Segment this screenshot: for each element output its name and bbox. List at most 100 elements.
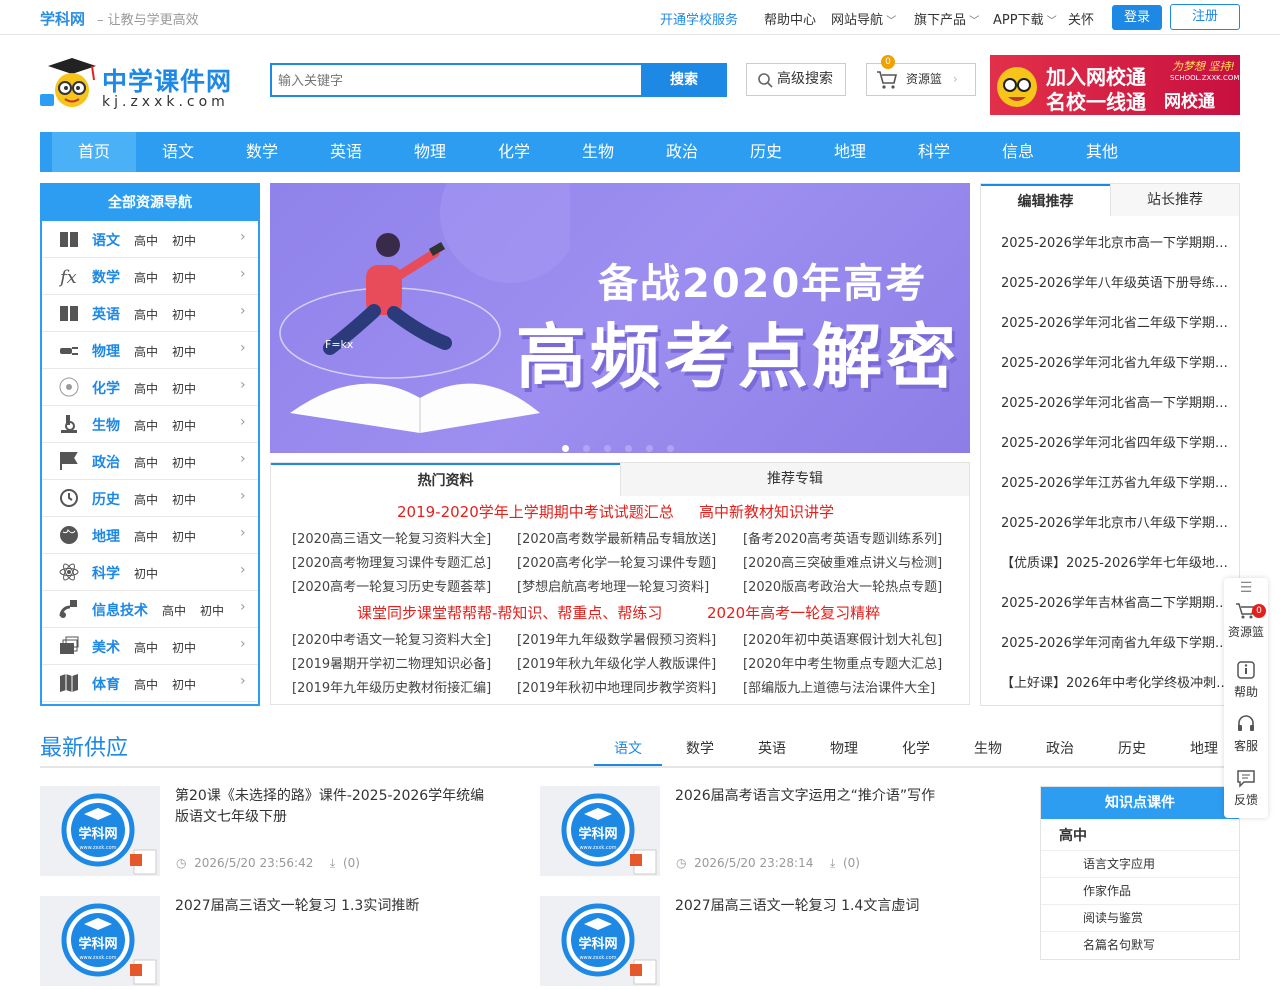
resource-card[interactable]: 学科网 www.zxxk.com 第20课《未选择的路》课件-2025-2026…: [40, 786, 500, 876]
topic-link[interactable]: [2020高考化学一轮复习课件专题]: [517, 552, 716, 571]
latest-subject-tab[interactable]: 英语: [738, 738, 806, 766]
recommend-item[interactable]: 【优质课】2025-2026学年七年级地理下册: [1001, 552, 1233, 571]
subject-row[interactable]: 生物 高中 初中 ›: [42, 406, 258, 443]
resource-basket-button[interactable]: 0 资源篮 ›: [866, 55, 976, 96]
subject-row[interactable]: 地理 高中 初中 ›: [42, 517, 258, 554]
recommend-item[interactable]: 2025-2026学年吉林省高二下学期期中考试: [1001, 592, 1233, 611]
subject-level-link[interactable]: 初中: [134, 565, 158, 582]
site-logo[interactable]: 中学课件网 kj.zxxk.com: [40, 54, 250, 116]
topic-link[interactable]: [2020年中考生物重点专题大汇总]: [743, 653, 942, 672]
topic-link[interactable]: [2020高考一轮复习历史专题荟萃]: [292, 576, 491, 595]
subject-level-link[interactable]: 高中: [134, 380, 158, 397]
subject-level-link[interactable]: 初中: [172, 380, 196, 397]
knowledge-item[interactable]: 作家作品: [1083, 882, 1131, 899]
subject-name[interactable]: 体育: [92, 674, 120, 694]
subject-name[interactable]: 化学: [92, 378, 120, 398]
subject-row[interactable]: 信息技术 高中 初中 ›: [42, 591, 258, 628]
subject-row[interactable]: fx 数学 高中 初中 ›: [42, 258, 258, 295]
nav-science[interactable]: 科学: [892, 132, 976, 172]
resource-title[interactable]: 2026届高考语言文字运用之“推介语”写作: [675, 786, 985, 807]
topic-link[interactable]: [2019年秋九年级化学人教版课件]: [517, 653, 716, 672]
nav-other[interactable]: 其他: [1060, 132, 1144, 172]
subject-name[interactable]: 地理: [92, 526, 120, 546]
tab-editor-picks[interactable]: 编辑推荐: [981, 184, 1110, 216]
subject-row[interactable]: 语文 高中 初中 ›: [42, 221, 258, 258]
resource-card[interactable]: 学科网 www.zxxk.com 2027届高三语文一轮复习 1.3实词推断: [40, 896, 500, 986]
float-service-button[interactable]: 客服: [1224, 714, 1268, 754]
featured-link[interactable]: 2020年高考一轮复习精粹: [707, 602, 880, 623]
recommend-item[interactable]: 2025-2026学年河南省九年级下学期期中: [1001, 632, 1233, 651]
subject-row[interactable]: 物理 高中 初中 ›: [42, 332, 258, 369]
topic-link[interactable]: [2019年九年级历史教材衔接汇编]: [292, 677, 491, 696]
topic-link[interactable]: [梦想启航高考地理一轮复习资料]: [517, 576, 709, 595]
carousel-dot[interactable]: [646, 445, 653, 452]
carousel-dot[interactable]: [562, 445, 569, 452]
resource-downloads[interactable]: ⤓ (0): [830, 856, 860, 871]
carousel-dot[interactable]: [667, 445, 674, 452]
knowledge-level[interactable]: 高中: [1059, 825, 1087, 845]
care-mode-link[interactable]: 关怀: [1068, 9, 1094, 28]
subject-row[interactable]: 科学 初中 ›: [42, 554, 258, 591]
subject-row[interactable]: 英语 高中 初中 ›: [42, 295, 258, 332]
latest-subject-tab[interactable]: 政治: [1026, 738, 1094, 766]
nav-math[interactable]: 数学: [220, 132, 304, 172]
topic-link[interactable]: [2019暑期开学初二物理知识必备]: [292, 653, 491, 672]
subject-level-link[interactable]: 高中: [134, 676, 158, 693]
subject-level-link[interactable]: 初中: [172, 491, 196, 508]
menu-icon[interactable]: ☰: [1224, 580, 1268, 596]
school-service-link[interactable]: 开通学校服务: [660, 9, 738, 28]
resource-downloads[interactable]: ⤓ (0): [330, 856, 360, 871]
tab-admin-picks[interactable]: 站长推荐: [1110, 184, 1239, 216]
subject-level-link[interactable]: 初中: [172, 528, 196, 545]
subject-name[interactable]: 数学: [92, 267, 120, 287]
topic-link[interactable]: [2020高考数学最新精品专辑放送]: [517, 528, 716, 547]
resource-thumbnail-wrap[interactable]: 学科网 www.zxxk.com: [540, 786, 660, 876]
subject-row[interactable]: 历史 高中 初中 ›: [42, 480, 258, 517]
featured-link[interactable]: 2019-2020学年上学期期中考试试题汇总: [397, 501, 674, 522]
topic-link[interactable]: [2020版高考政治大一轮热点专题]: [743, 576, 942, 595]
resource-card[interactable]: 学科网 www.zxxk.com 2027届高三语文一轮复习 1.4文言虚词: [540, 896, 1000, 986]
float-help-button[interactable]: 帮助: [1224, 660, 1268, 700]
subject-level-link[interactable]: 高中: [162, 602, 186, 619]
school-pass-ad-banner[interactable]: 加入网校通 名校一线通 为梦想 坚持! SCHOOL.ZXXK.COM 网校通: [990, 55, 1240, 115]
nav-politics[interactable]: 政治: [640, 132, 724, 172]
resource-thumbnail-wrap[interactable]: 学科网 www.zxxk.com: [40, 896, 160, 986]
subject-level-link[interactable]: 初中: [172, 639, 196, 656]
nav-chemistry[interactable]: 化学: [472, 132, 556, 172]
subject-name[interactable]: 历史: [92, 489, 120, 509]
app-download-dropdown[interactable]: APP下载 ﹀: [993, 9, 1057, 28]
subject-row[interactable]: 化学 高中 初中 ›: [42, 369, 258, 406]
tab-hot-materials[interactable]: 热门资料: [271, 463, 620, 496]
resource-title[interactable]: 2027届高三语文一轮复习 1.3实词推断: [175, 896, 485, 917]
products-dropdown[interactable]: 旗下产品 ﹀: [914, 9, 979, 28]
subject-row[interactable]: 政治 高中 初中 ›: [42, 443, 258, 480]
advanced-search-button[interactable]: 高级搜索: [746, 63, 846, 96]
latest-subject-tab[interactable]: 化学: [882, 738, 950, 766]
carousel-dot[interactable]: [604, 445, 611, 452]
subject-level-link[interactable]: 初中: [172, 417, 196, 434]
resource-title[interactable]: 第20课《未选择的路》课件-2025-2026学年统编版语文七年级下册: [175, 786, 485, 828]
subject-level-link[interactable]: 高中: [134, 306, 158, 323]
subject-name[interactable]: 英语: [92, 304, 120, 324]
knowledge-item[interactable]: 名篇名句默写: [1083, 936, 1155, 953]
recommend-item[interactable]: 2025-2026学年八年级英语下册导练学案: [1001, 272, 1233, 291]
recommend-item[interactable]: 2025-2026学年河北省二年级下学期期中: [1001, 312, 1233, 331]
subject-name[interactable]: 科学: [92, 563, 120, 583]
subject-name[interactable]: 物理: [92, 341, 120, 361]
float-feedback-button[interactable]: 反馈: [1224, 768, 1268, 808]
subject-name[interactable]: 语文: [92, 230, 120, 250]
featured-link[interactable]: 课堂同步课堂帮帮帮-帮知识、帮重点、帮练习: [357, 602, 662, 623]
site-nav-dropdown[interactable]: 网站导航 ﹀: [831, 9, 896, 28]
subject-level-link[interactable]: 高中: [134, 491, 158, 508]
subject-level-link[interactable]: 初中: [172, 269, 196, 286]
recommend-item[interactable]: 2025-2026学年河北省九年级下学期期中: [1001, 352, 1233, 371]
subject-level-link[interactable]: 高中: [134, 639, 158, 656]
nav-home[interactable]: 首页: [52, 132, 136, 172]
subject-name[interactable]: 美术: [92, 637, 120, 657]
resource-thumbnail-wrap[interactable]: 学科网 www.zxxk.com: [540, 896, 660, 986]
subject-row[interactable]: 美术 高中 初中 ›: [42, 628, 258, 665]
brand-link[interactable]: 学科网: [40, 8, 85, 29]
subject-level-link[interactable]: 高中: [134, 417, 158, 434]
knowledge-item[interactable]: 语言文字应用: [1083, 855, 1155, 872]
recommend-item[interactable]: 2025-2026学年北京市八年级下学期期中: [1001, 512, 1233, 531]
